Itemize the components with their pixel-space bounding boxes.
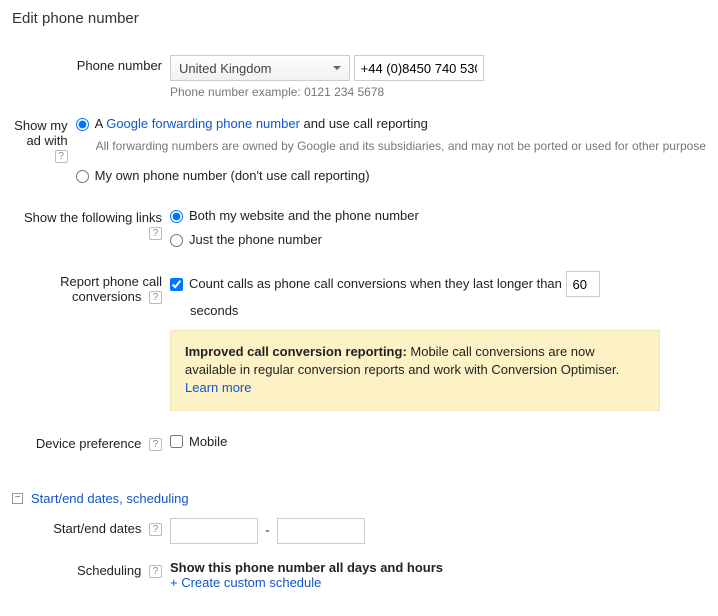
row-scheduling: Scheduling ? Show this phone number all …	[12, 560, 706, 590]
phone-input[interactable]	[354, 55, 484, 81]
radio-google-forwarding-pre: A	[95, 116, 107, 131]
radio-google-forwarding-post: and use call reporting	[300, 116, 428, 131]
scheduling-current: Show this phone number all days and hour…	[170, 560, 706, 575]
section-toggle-scheduling[interactable]: − Start/end dates, scheduling	[12, 491, 189, 506]
row-show-links: Show the following links ? Both my websi…	[12, 207, 706, 255]
label-show-links: Show the following links	[24, 210, 162, 225]
help-icon[interactable]: ?	[55, 150, 68, 163]
start-date-input[interactable]	[170, 518, 258, 544]
checkbox-mobile[interactable]	[170, 435, 183, 448]
mobile-label: Mobile	[189, 433, 227, 451]
google-forwarding-link[interactable]: Google forwarding phone number	[106, 116, 300, 131]
radio-phone-only-label: Just the phone number	[189, 231, 322, 249]
notice-bold: Improved call conversion reporting:	[185, 344, 407, 359]
forwarding-disclaimer: All forwarding numbers are owned by Goog…	[96, 139, 706, 153]
label-device-pref: Device preference	[36, 436, 142, 451]
radio-both[interactable]	[170, 210, 183, 223]
learn-more-link[interactable]: Learn more	[185, 380, 251, 395]
seconds-input[interactable]	[566, 271, 600, 297]
label-phone-number: Phone number	[12, 55, 170, 73]
create-schedule-link[interactable]: + Create custom schedule	[170, 575, 706, 590]
label-show-ad-with: Show my ad with	[14, 118, 67, 148]
label-conversions-l2: conversions	[72, 289, 141, 304]
label-scheduling: Scheduling	[77, 563, 141, 578]
row-show-ad-with: Show my ad with ? A Google forwarding ph…	[12, 115, 706, 191]
improved-reporting-notice: Improved call conversion reporting: Mobi…	[170, 330, 660, 411]
label-start-end-dates: Start/end dates	[53, 521, 141, 536]
country-selected: United Kingdom	[179, 61, 272, 76]
help-icon[interactable]: ?	[149, 227, 162, 240]
count-calls-text: Count calls as phone call conversions wh…	[189, 275, 562, 293]
radio-both-label: Both my website and the phone number	[189, 207, 419, 225]
chevron-down-icon	[333, 66, 341, 70]
radio-own-number-label: My own phone number (don't use call repo…	[95, 167, 370, 185]
radio-own-number[interactable]	[76, 170, 89, 183]
checkbox-count-calls[interactable]	[170, 278, 183, 291]
row-start-end-dates: Start/end dates ? -	[12, 518, 706, 544]
row-conversions: Report phone call conversions ? Count ca…	[12, 271, 706, 417]
help-icon[interactable]: ?	[149, 565, 162, 578]
section-toggle-label: Start/end dates, scheduling	[31, 491, 189, 506]
seconds-suffix: seconds	[190, 303, 706, 318]
label-conversions-l1: Report phone call	[60, 274, 162, 289]
row-device-pref: Device preference ? Mobile	[12, 433, 706, 457]
minus-icon: −	[12, 493, 23, 504]
radio-google-forwarding[interactable]	[76, 118, 89, 131]
radio-phone-only[interactable]	[170, 234, 183, 247]
help-icon[interactable]: ?	[149, 438, 162, 451]
page-title: Edit phone number	[12, 10, 706, 27]
date-separator: -	[265, 522, 269, 537]
help-icon[interactable]: ?	[149, 523, 162, 536]
row-phone-number: Phone number United Kingdom Phone number…	[12, 55, 706, 99]
phone-example-hint: Phone number example: 0121 234 5678	[170, 85, 706, 99]
country-select[interactable]: United Kingdom	[170, 55, 350, 81]
end-date-input[interactable]	[277, 518, 365, 544]
help-icon[interactable]: ?	[149, 291, 162, 304]
